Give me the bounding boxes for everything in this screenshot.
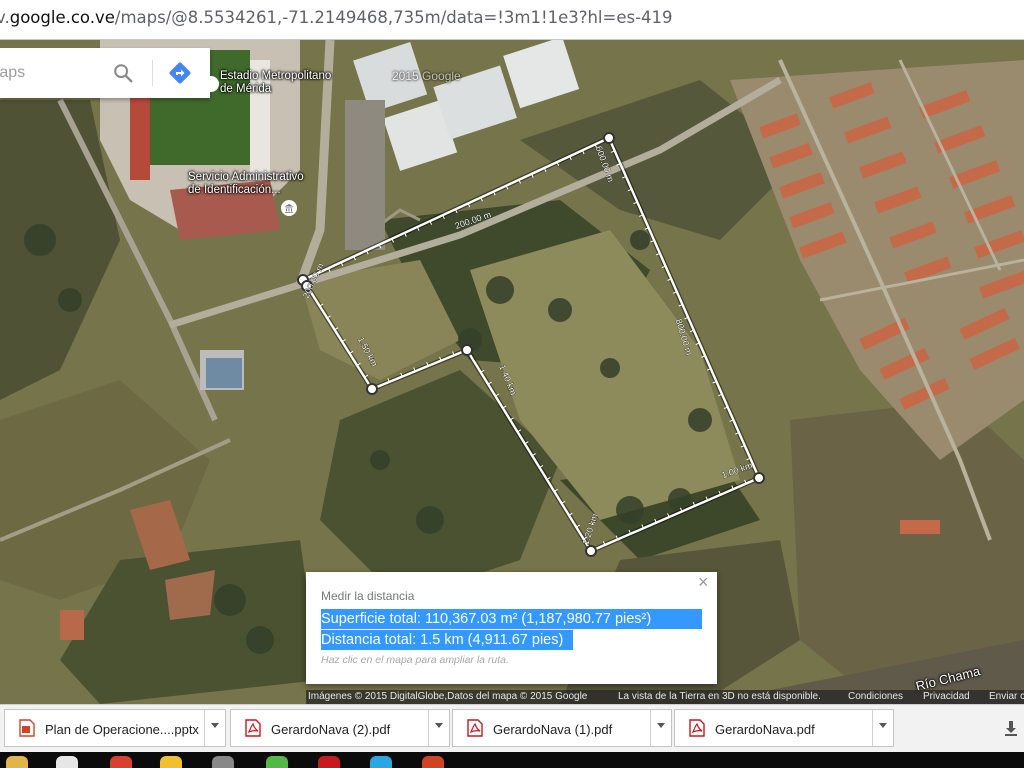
government-building-icon[interactable] — [281, 200, 297, 216]
feedback-link[interactable]: Enviar c — [989, 690, 1024, 704]
download-item[interactable]: GerardoNava (2).pdf — [230, 709, 450, 747]
folder-icon[interactable] — [6, 756, 28, 768]
download-filename: GerardoNava (1).pdf — [493, 722, 613, 737]
route-segment[interactable] — [590, 476, 760, 553]
segment-label: 200.00 m — [454, 209, 493, 231]
pdf-file-icon — [467, 719, 483, 737]
directions-icon[interactable] — [168, 61, 192, 85]
segment-label: 1.00 km — [720, 460, 754, 480]
measure-hint: Haz clic en el mapa para ampliar la ruta… — [321, 654, 509, 666]
pdf-file-icon — [245, 719, 261, 737]
route-segment[interactable] — [465, 349, 593, 552]
satellite-map[interactable]: 200.00 m 200.00 m 600.00 m 800.00 m 1.00… — [0, 40, 1024, 704]
app-icon[interactable] — [318, 756, 340, 768]
route-point[interactable] — [603, 132, 615, 144]
stadium-label[interactable]: Estadio Metropolitano de Mérida — [220, 70, 331, 96]
privacy-link[interactable]: Privacidad — [923, 690, 970, 704]
taskbar — [0, 752, 1024, 768]
imagery-credit: Imágenes © 2015 DigitalGlobe,Datos del m… — [308, 691, 588, 702]
address-url[interactable]: v.google.co.ve/maps/@8.5534261,-71.21494… — [0, 8, 673, 27]
media-icon[interactable] — [212, 756, 234, 768]
download-item[interactable]: Plan de Operacione....pptx — [4, 709, 226, 747]
segment-label: 1.50 km — [356, 335, 380, 368]
search-input[interactable]: Maps — [0, 64, 25, 82]
terms-link[interactable]: Condiciones — [848, 690, 903, 704]
download-arrow-icon[interactable] — [1002, 719, 1020, 737]
pdf-file-icon — [689, 719, 705, 737]
download-filename: Plan de Operacione....pptx — [45, 722, 199, 737]
address-bar[interactable]: v.google.co.ve/maps/@8.5534261,-71.21494… — [0, 0, 1024, 40]
route-point[interactable] — [461, 344, 473, 356]
total-area: Superficie total: 110,367.03 m² (1,187,9… — [321, 609, 702, 629]
chevron-down-icon[interactable] — [428, 710, 449, 746]
chrome-icon[interactable] — [110, 756, 132, 768]
download-filename: GerardoNava (2).pdf — [271, 722, 391, 737]
download-item[interactable]: GerardoNava (1).pdf — [452, 709, 672, 747]
measure-title: Medir la distancia — [321, 589, 415, 603]
chevron-down-icon[interactable] — [872, 710, 893, 746]
download-shelf: Plan de Operacione....pptx GerardoNava (… — [0, 704, 1024, 752]
download-item[interactable]: GerardoNava.pdf — [674, 709, 894, 747]
chevron-down-icon[interactable] — [204, 710, 225, 746]
earth-notice: La vista de la Tierra en 3D no está disp… — [618, 691, 821, 702]
divider — [152, 60, 153, 86]
total-distance: Distancia total: 1.5 km (4,911.67 pies) — [321, 630, 573, 650]
search-icon[interactable] — [112, 62, 134, 84]
route-segment[interactable] — [371, 348, 468, 391]
skype-icon[interactable] — [370, 756, 392, 768]
measure-distance-panel: Medir la distancia × Superficie total: 1… — [306, 572, 717, 684]
store-icon[interactable] — [56, 756, 78, 768]
app-icon[interactable] — [160, 756, 182, 768]
stadium-marker-icon[interactable] — [203, 76, 219, 92]
search-box[interactable]: Maps — [0, 48, 210, 98]
watermark: 2015 Google — [392, 69, 461, 83]
segment-label: 1.40 km — [497, 363, 518, 396]
route-point[interactable] — [585, 545, 597, 557]
chevron-down-icon[interactable] — [650, 710, 671, 746]
close-icon[interactable]: × — [698, 572, 709, 593]
spotify-icon[interactable] — [266, 756, 288, 768]
office-icon[interactable] — [422, 756, 444, 768]
segment-label: 1.20 km — [580, 512, 599, 546]
route-point[interactable] — [366, 383, 378, 395]
pptx-file-icon — [19, 719, 35, 737]
route-point[interactable] — [753, 472, 765, 484]
download-filename: GerardoNava.pdf — [715, 722, 815, 737]
saime-label[interactable]: Servicio Administrativo de Identificació… — [188, 171, 304, 197]
map-attribution-bar: Imágenes © 2015 DigitalGlobe,Datos del m… — [306, 690, 1024, 704]
route-segment[interactable] — [302, 136, 610, 282]
